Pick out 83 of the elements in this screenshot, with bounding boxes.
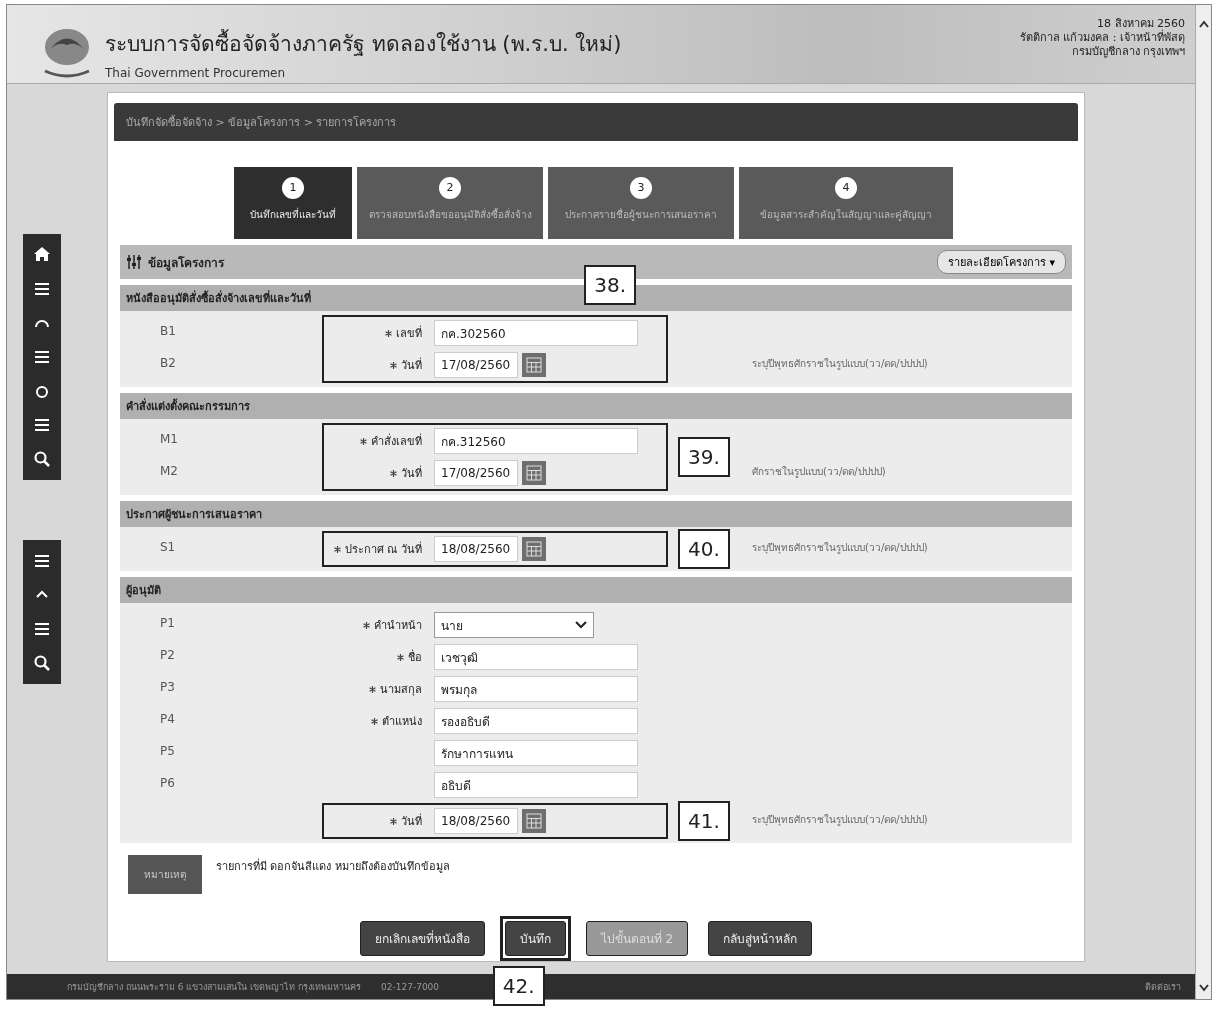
text-field[interactable]: กค.312560: [434, 428, 638, 455]
callout-label: 39.: [678, 437, 730, 478]
action-button[interactable]: กลับสู่หน้าหลัก: [708, 921, 813, 957]
footer-address: กรมบัญชีกลาง ถนนพระราม 6 แขวงสามเสนใน เขตพญาไท กรุงเทพมหานคร: [67, 980, 362, 994]
step-number: 4: [835, 177, 857, 200]
step-number: 3: [630, 177, 652, 200]
user-name: รัตติกาล แก้วมงคล : เจ้าหน้าที่พัสดุ: [1019, 31, 1185, 45]
search-icon[interactable]: [33, 450, 51, 469]
row-code: P6: [160, 776, 175, 791]
scroll-up-icon[interactable]: [1197, 19, 1210, 29]
chevron-down-icon[interactable]: [575, 621, 587, 630]
app-subtitle: Thai Government Procuremen: [105, 66, 287, 80]
field-label: นามสกุล: [380, 682, 422, 699]
field-label: ประกาศ ณ วันที่: [345, 540, 422, 559]
text-field[interactable]: กค.302560: [434, 320, 638, 347]
footer-link[interactable]: ติดต่อเรา: [1145, 979, 1181, 994]
row-code: M2: [160, 464, 178, 479]
group-heading: ผู้อนุมัติ: [120, 577, 1072, 604]
field-label: ตำแหน่ง: [382, 714, 422, 731]
step-tab[interactable]: 4 ข้อมูลสาระสำคัญในสัญญาและคู่สัญญา: [739, 167, 953, 240]
row-code: P5: [160, 744, 175, 759]
dropdown[interactable]: นาย: [434, 612, 594, 639]
remark-text: รายการที่มี ดอกจันสีแดง หมายถึงต้องบันทึกข้อมูล: [216, 857, 450, 876]
row-code: S1: [160, 540, 176, 555]
text-field[interactable]: พรมกุล: [434, 676, 638, 703]
format-hint: ศักราชในรูปแบบ(วว/ดด/ปปปป): [752, 464, 886, 479]
field-label: วันที่: [401, 356, 422, 375]
section-title: ข้อมูลโครงการ: [148, 254, 226, 272]
format-hint: ระบุปีพุทธศักราชในรูปแบบ(วว/ดด/ปปปป): [752, 812, 928, 827]
text-field[interactable]: รักษาการแทน: [434, 740, 638, 767]
field-label: คำสั่งเลขที่: [371, 432, 422, 451]
step-label: ตรวจสอบหนังสือขออนุมัติสั่งซื้อสั่งจ้าง: [368, 207, 532, 223]
field-label: วันที่: [401, 464, 422, 483]
calendar-icon[interactable]: [522, 537, 546, 562]
row-code: B2: [160, 356, 176, 371]
format-hint: ระบุปีพุทธศักราชในรูปแบบ(วว/ดด/ปปปป): [752, 540, 928, 555]
calendar-icon[interactable]: [522, 353, 546, 378]
field-label: วันที่: [401, 812, 422, 831]
field-label: เลขที่: [396, 324, 422, 343]
step-label: ข้อมูลสาระสำคัญในสัญญาและคู่สัญญา: [760, 208, 932, 223]
field-label: คำนำหน้า: [374, 618, 422, 635]
step-tab[interactable]: 2 ตรวจสอบหนังสือขออนุมัติสั่งซื้อสั่งจ้าง: [357, 167, 543, 240]
step-number: 1: [282, 177, 304, 200]
step-tab[interactable]: 3 ประกาศรายชื่อผู้ชนะการเสนอราคา: [548, 167, 734, 240]
callout-label: 38.: [584, 265, 636, 306]
text-field[interactable]: รองอธิบดี: [434, 708, 638, 735]
current-date: 18 สิงหาคม 2560: [1096, 17, 1185, 30]
callout-label: 41.: [678, 801, 730, 842]
remark-tag: หมายเหตุ: [128, 855, 202, 895]
row-code: M1: [160, 432, 178, 447]
agency-name: กรมบัญชีกลาง กรุงเทพฯ: [1070, 45, 1185, 59]
date-field[interactable]: 17/08/2560: [434, 460, 518, 487]
row-code: P2: [160, 648, 175, 663]
sliders-icon[interactable]: [126, 254, 142, 271]
details-dropdown[interactable]: รายละเอียดโครงการ ▾: [936, 250, 1066, 275]
date-field[interactable]: 18/08/2560: [434, 536, 518, 563]
group-heading: ประกาศผู้ชนะการเสนอราคา: [120, 501, 1072, 528]
date-field[interactable]: 17/08/2560: [434, 352, 518, 379]
step-number: 2: [439, 177, 461, 200]
action-button[interactable]: ยกเลิกเลขที่หนังสือ: [359, 921, 485, 957]
field-label: ชื่อ: [408, 648, 422, 667]
calendar-icon[interactable]: [522, 809, 546, 834]
search-icon[interactable]: [33, 654, 51, 673]
app-title: ระบบการจัดซื้อจัดจ้างภาครัฐ ทดลองใช้งาน (พ.ร.บ. ใหม่): [105, 27, 1020, 60]
text-field[interactable]: เวชวุฒิ: [434, 644, 638, 671]
calendar-icon[interactable]: [522, 461, 546, 486]
step-tab[interactable]: 1 บันทึกเลขที่และวันที่: [234, 167, 352, 240]
step-label: ประกาศรายชื่อผู้ชนะการเสนอราคา: [565, 207, 717, 223]
group-heading: คำสั่งแต่งตั้งคณะกรรมการ: [120, 393, 1072, 420]
row-code: P1: [160, 616, 175, 631]
row-code: B1: [160, 324, 176, 339]
row-code: P3: [160, 680, 175, 695]
format-hint: ระบุปีพุทธศักราชในรูปแบบ(วว/ดด/ปปปป): [752, 356, 928, 371]
callout-label: 40.: [678, 529, 730, 570]
step-label: บันทึกเลขที่และวันที่: [250, 207, 336, 223]
callout-label: 42.: [492, 966, 545, 1007]
date-field[interactable]: 18/08/2560: [434, 808, 518, 835]
action-button[interactable]: บันทึก: [504, 921, 566, 957]
scroll-down-icon[interactable]: [1197, 983, 1210, 993]
row-code: P4: [160, 712, 175, 727]
breadcrumb: บันทึกจัดซื้อจัดจ้าง > ข้อมูลโครงการ > รายการโครงการ: [114, 103, 1078, 142]
footer-phone: 02-127-7000: [381, 981, 440, 992]
text-field[interactable]: อธิบดี: [434, 772, 638, 799]
